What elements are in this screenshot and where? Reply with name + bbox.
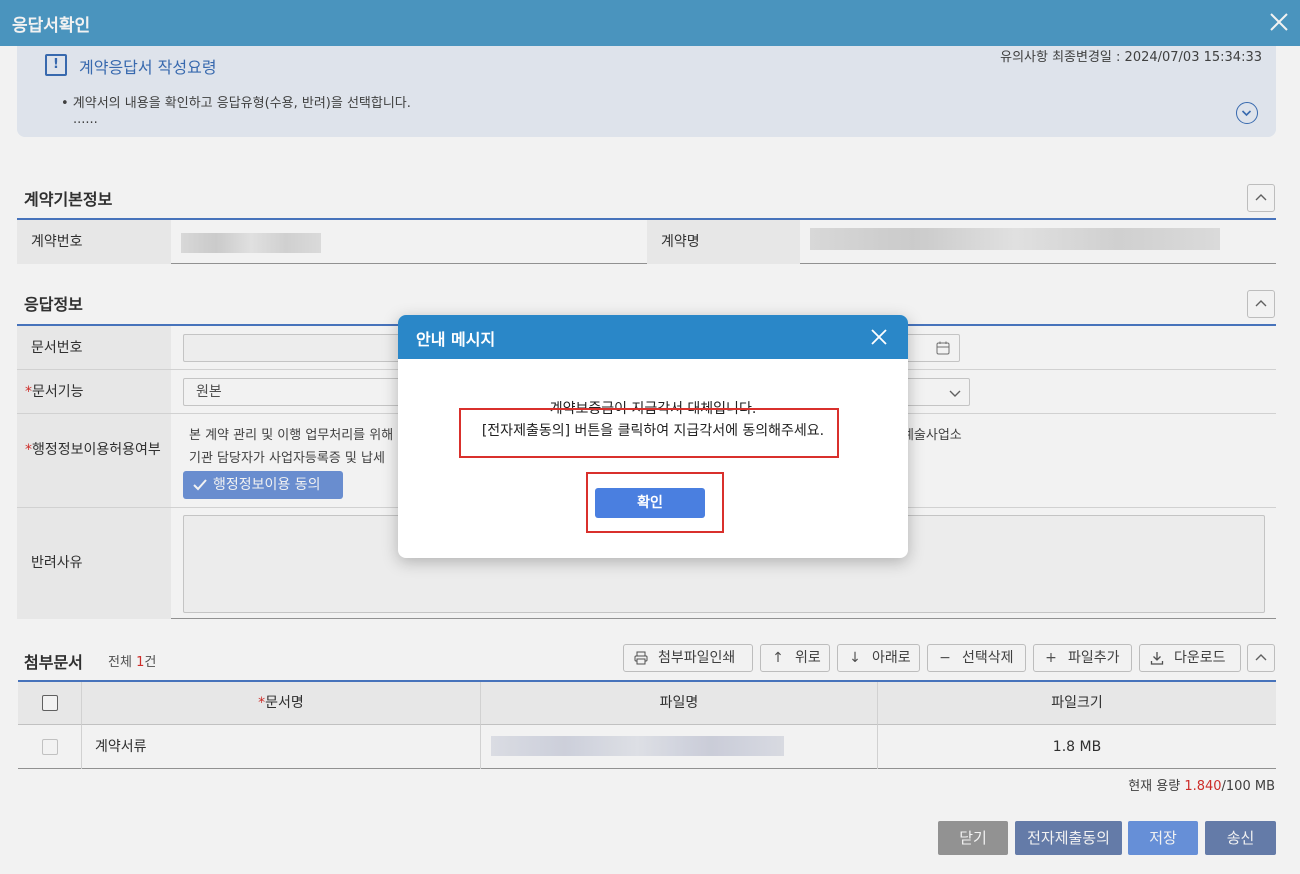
- highlight-ok-box: [586, 472, 724, 533]
- close-icon[interactable]: [870, 328, 888, 346]
- dialog-header: 안내 메시지: [398, 315, 908, 359]
- highlight-message-box: [459, 408, 839, 458]
- modal-overlay: 안내 메시지 계약보증금이 지급각서 대체입니다. [전자제출동의] 버튼을 클…: [0, 0, 1300, 874]
- dialog-title: 안내 메시지: [416, 330, 496, 349]
